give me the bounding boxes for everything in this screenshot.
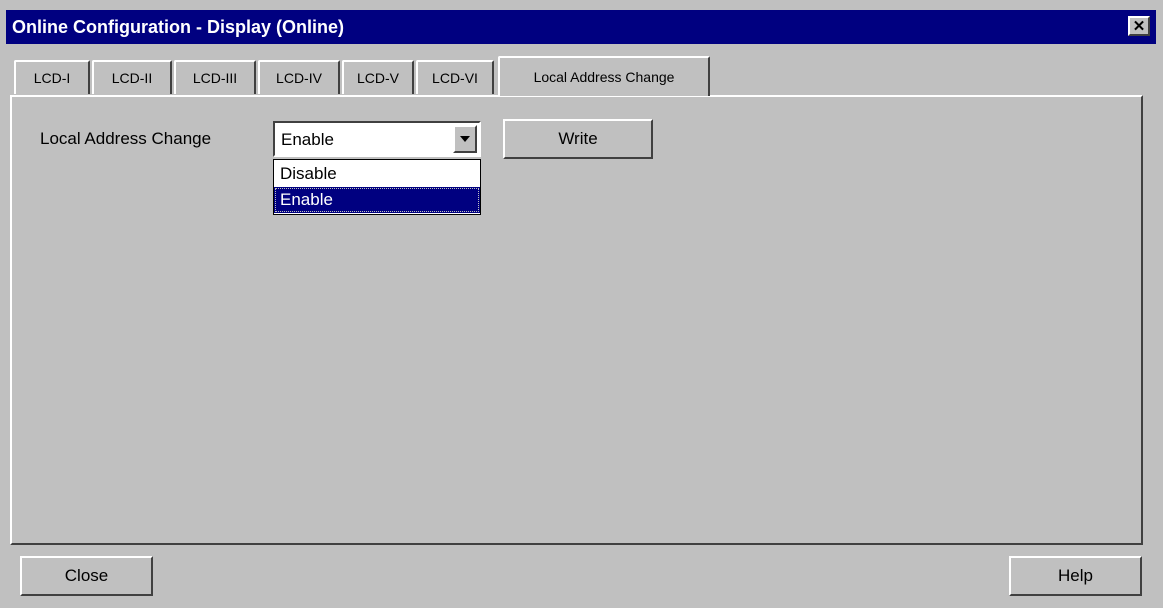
tab-local-address-change[interactable]: Local Address Change xyxy=(498,56,710,96)
tab-lcd-iii[interactable]: LCD-III xyxy=(174,60,256,94)
select-dropdown-list: Disable Enable xyxy=(273,159,481,215)
tab-lcd-i[interactable]: LCD-I xyxy=(14,60,90,94)
tab-panel xyxy=(10,95,1143,545)
tab-lcd-vi[interactable]: LCD-VI xyxy=(416,60,494,94)
tab-lcd-iv[interactable]: LCD-IV xyxy=(258,60,340,94)
title-bar: Online Configuration - Display (Online) … xyxy=(6,10,1156,44)
option-enable[interactable]: Enable xyxy=(274,187,480,213)
local-address-change-label: Local Address Change xyxy=(40,129,212,148)
help-button[interactable]: Help xyxy=(1009,556,1142,596)
close-icon[interactable]: ✕ xyxy=(1128,16,1150,36)
tab-lcd-ii[interactable]: LCD-II xyxy=(92,60,172,94)
option-disable[interactable]: Disable xyxy=(274,161,480,187)
dialog-window: Online Configuration - Display (Online) … xyxy=(0,0,1163,608)
window-title: Online Configuration - Display (Online) xyxy=(12,16,344,37)
chevron-down-icon xyxy=(460,136,470,142)
write-button[interactable]: Write xyxy=(503,119,653,159)
select-value: Enable xyxy=(281,130,334,149)
tab-lcd-v[interactable]: LCD-V xyxy=(342,60,414,94)
close-button[interactable]: Close xyxy=(20,556,153,596)
dropdown-button[interactable] xyxy=(453,125,477,153)
local-address-change-select[interactable]: Enable xyxy=(273,121,481,157)
